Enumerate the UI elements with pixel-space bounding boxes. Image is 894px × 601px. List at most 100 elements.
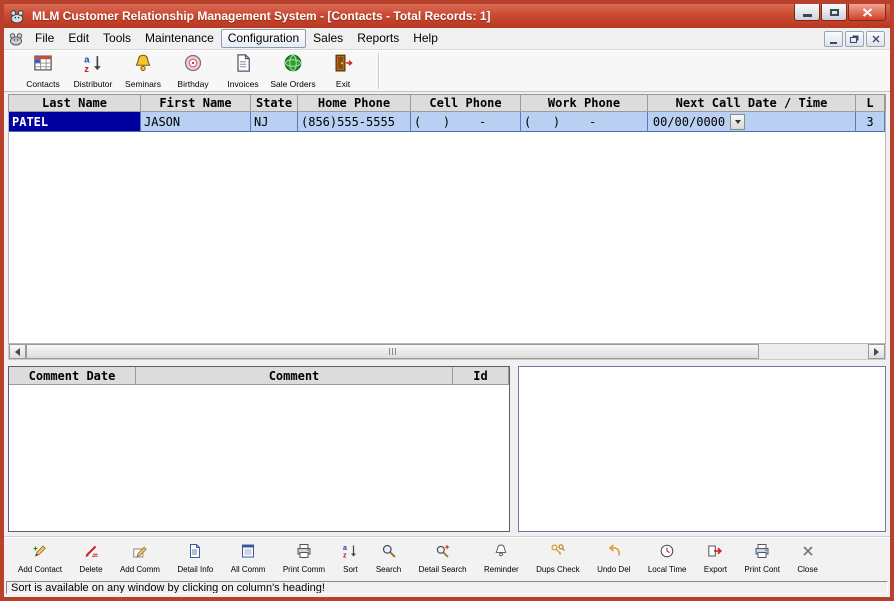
contacts-grid-body[interactable]: PATEL JASON NJ (856)555-5555 ( ) - ( ) -… — [8, 112, 886, 344]
mdi-window-controls — [822, 31, 885, 47]
bottom-button-search[interactable]: Search — [376, 543, 401, 574]
menu-maintenance[interactable]: Maintenance — [138, 29, 221, 48]
scrollbar-thumb[interactable] — [26, 344, 759, 359]
bottom-button-label: Dups Check — [536, 565, 580, 574]
cell-home-phone[interactable]: (856)555-5555 — [298, 112, 411, 131]
cell-next-call-date[interactable]: 00/00/0000 — [648, 112, 856, 131]
window-title: MLM Customer Relationship Management Sys… — [32, 9, 491, 23]
close-button[interactable] — [848, 4, 886, 21]
column-header-id[interactable]: Id — [453, 367, 509, 384]
column-header-work-phone[interactable]: Work Phone — [521, 95, 648, 111]
next-call-dropdown-button[interactable] — [730, 114, 745, 130]
app-window: MLM Customer Relationship Management Sys… — [0, 0, 894, 601]
magnifier-icon — [381, 543, 397, 564]
mdi-minimize-icon — [830, 42, 837, 44]
scroll-left-button[interactable] — [9, 344, 26, 359]
toolbar-button-invoices[interactable]: Invoices — [218, 52, 268, 90]
close-x-icon — [800, 543, 816, 564]
bottom-button-print-cont[interactable]: Print Cont — [744, 543, 780, 574]
column-header-comment[interactable]: Comment — [136, 367, 453, 384]
scrollbar-track[interactable] — [26, 344, 868, 359]
column-header-first-name[interactable]: First Name — [141, 95, 251, 111]
menu-edit[interactable]: Edit — [61, 29, 96, 48]
title-bar[interactable]: MLM Customer Relationship Management Sys… — [4, 4, 890, 28]
toolbar-separator — [378, 53, 380, 89]
app-icon — [8, 9, 26, 24]
column-header-comment-date[interactable]: Comment Date — [9, 367, 136, 384]
bottom-button-delete[interactable]: Delete — [79, 543, 102, 574]
scroll-right-button[interactable] — [868, 344, 885, 359]
comments-grid-header: Comment Date Comment Id — [9, 367, 509, 385]
toolbar-button-label: Invoices — [227, 79, 258, 89]
column-header-truncated[interactable]: L — [856, 95, 885, 111]
bottom-button-dups-check[interactable]: Dups Check — [536, 543, 580, 574]
toolbar-button-exit[interactable]: Exit — [318, 52, 368, 90]
arrow-right-icon — [874, 348, 879, 356]
minimize-icon — [803, 14, 812, 17]
column-header-home-phone[interactable]: Home Phone — [298, 95, 411, 111]
bottom-button-detail-info[interactable]: Detail Info — [177, 543, 213, 574]
toolbar-button-birthday[interactable]: Birthday — [168, 52, 218, 90]
toolbar-button-distributor[interactable]: a z Distributor — [68, 52, 118, 90]
bottom-button-label: Close — [797, 565, 817, 574]
contacts-grid-icon — [33, 53, 53, 78]
toolbar-button-seminars[interactable]: Seminars — [118, 52, 168, 90]
maximize-button[interactable] — [821, 4, 847, 21]
bottom-button-detail-search[interactable]: Detail Search — [419, 543, 467, 574]
cell-cell-phone[interactable]: ( ) - — [411, 112, 521, 131]
bottom-button-label: Reminder — [484, 565, 519, 574]
delete-pen-icon — [83, 543, 99, 564]
column-header-state[interactable]: State — [251, 95, 298, 111]
child-window-icon[interactable] — [8, 32, 24, 46]
bottom-button-reminder[interactable]: Reminder — [484, 543, 519, 574]
bottom-button-sort[interactable]: a z Sort — [342, 543, 358, 574]
toolbar-button-sale-orders[interactable]: Sale Orders — [268, 52, 318, 90]
detail-panel[interactable] — [518, 366, 886, 532]
bottom-button-print-comm[interactable]: Print Comm — [283, 543, 325, 574]
bottom-button-label: Add Contact — [18, 565, 62, 574]
sort-az-icon: a z — [342, 543, 358, 564]
contact-row[interactable]: PATEL JASON NJ (856)555-5555 ( ) - ( ) -… — [9, 112, 885, 132]
comments-grid-body[interactable] — [9, 385, 509, 531]
bottom-button-add-contact[interactable]: Add Contact — [18, 543, 62, 574]
bottom-button-export[interactable]: Export — [704, 543, 727, 574]
bottom-button-label: Delete — [79, 565, 102, 574]
horizontal-scrollbar[interactable] — [8, 344, 886, 360]
column-header-cell-phone[interactable]: Cell Phone — [411, 95, 521, 111]
scrollbar-grip-icon — [389, 348, 396, 355]
top-toolbar: Contacts a z Distributor Seminars — [4, 50, 890, 92]
bottom-button-close[interactable]: Close — [797, 543, 817, 574]
cell-work-phone[interactable]: ( ) - — [521, 112, 648, 131]
export-arrow-icon — [707, 543, 723, 564]
toolbar-button-label: Birthday — [177, 79, 208, 89]
bottom-button-add-comm[interactable]: Add Comm — [120, 543, 160, 574]
column-header-last-name[interactable]: Last Name — [9, 95, 141, 111]
bottom-button-label: Print Comm — [283, 565, 325, 574]
menu-tools[interactable]: Tools — [96, 29, 138, 48]
mdi-restore-button[interactable] — [845, 31, 864, 47]
menu-help[interactable]: Help — [406, 29, 445, 48]
cell-state[interactable]: NJ — [251, 112, 298, 131]
menu-file[interactable]: File — [28, 29, 61, 48]
next-call-date-value[interactable]: 00/00/0000 — [651, 115, 727, 129]
cell-last-name[interactable]: PATEL — [9, 112, 141, 131]
bottom-button-label: Sort — [343, 565, 358, 574]
toolbar-button-contacts[interactable]: Contacts — [18, 52, 68, 90]
menu-bar: File Edit Tools Maintenance Configuratio… — [4, 28, 890, 50]
bottom-button-label: Local Time — [648, 565, 687, 574]
menu-configuration[interactable]: Configuration — [221, 29, 306, 48]
mdi-close-button[interactable] — [866, 31, 885, 47]
bottom-button-undo-del[interactable]: Undo Del — [597, 543, 630, 574]
arrow-left-icon — [15, 348, 20, 356]
menu-reports[interactable]: Reports — [350, 29, 406, 48]
minimize-button[interactable] — [794, 4, 820, 21]
bell-icon — [133, 53, 153, 78]
bottom-button-local-time[interactable]: Local Time — [648, 543, 687, 574]
column-header-next-call-date[interactable]: Next Call Date / Time — [648, 95, 856, 111]
cell-first-name[interactable]: JASON — [141, 112, 251, 131]
mdi-minimize-button[interactable] — [824, 31, 843, 47]
cell-truncated[interactable]: 3 — [856, 112, 885, 131]
keys-icon — [550, 543, 566, 564]
menu-sales[interactable]: Sales — [306, 29, 350, 48]
bottom-button-all-comm[interactable]: All Comm — [231, 543, 266, 574]
